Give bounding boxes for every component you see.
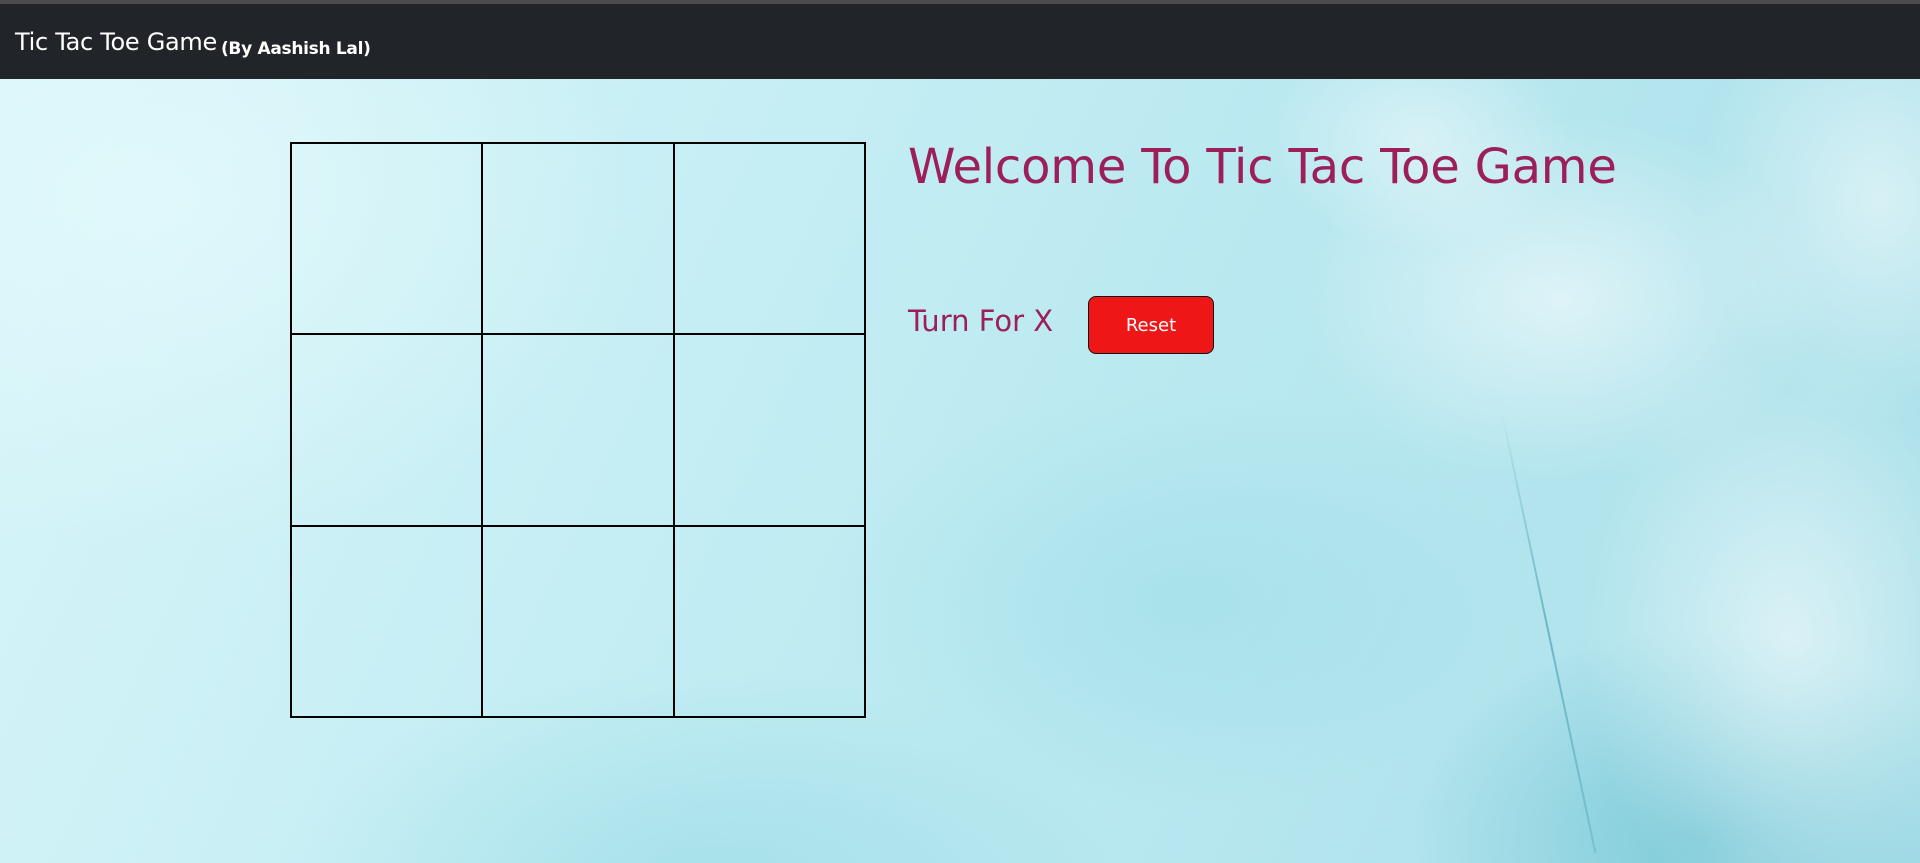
reset-button[interactable]: Reset (1088, 296, 1214, 354)
turn-indicator: Turn For X (908, 304, 1054, 338)
game-area: Welcome To Tic Tac Toe Game Turn For X R… (0, 79, 1920, 863)
board-cell-9[interactable] (673, 525, 865, 717)
board-cell-3[interactable] (673, 143, 865, 335)
board-cell-7[interactable] (291, 525, 483, 717)
board-cell-8[interactable] (482, 525, 674, 717)
game-board (290, 142, 866, 718)
board-cell-6[interactable] (673, 334, 865, 526)
background-crack (1500, 408, 1597, 854)
navbar-subtitle: (By Aashish Lal) (220, 39, 371, 59)
welcome-heading: Welcome To Tic Tac Toe Game (908, 139, 1617, 195)
board-cell-1[interactable] (291, 143, 483, 335)
navbar: Tic Tac Toe Game (By Aashish Lal) (0, 4, 1920, 79)
game-info-panel: Welcome To Tic Tac Toe Game Turn For X R… (908, 139, 1617, 354)
board-cell-2[interactable] (482, 143, 674, 335)
navbar-brand[interactable]: Tic Tac Toe Game (By Aashish Lal) (15, 28, 371, 59)
navbar-title: Tic Tac Toe Game (15, 28, 217, 56)
board-cell-5[interactable] (482, 334, 674, 526)
board-cell-4[interactable] (291, 334, 483, 526)
